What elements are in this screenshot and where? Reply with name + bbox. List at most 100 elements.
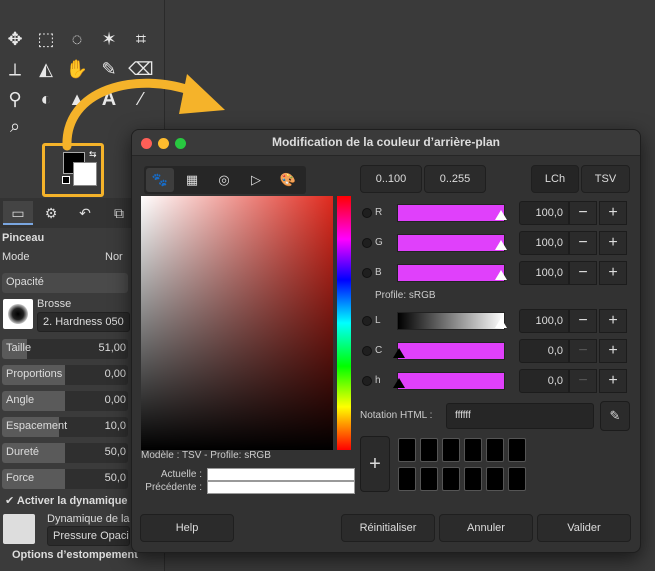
mode-select[interactable]: Nor xyxy=(105,247,130,267)
channel-slider-handle[interactable] xyxy=(495,210,507,220)
decrement-C-button[interactable]: − xyxy=(569,339,597,363)
channel-slider-R[interactable] xyxy=(397,204,507,222)
increment-R-button[interactable]: + xyxy=(599,201,627,225)
watercolor-selector-icon[interactable]: ◎ xyxy=(210,168,238,192)
tab-images[interactable]: ⧉ xyxy=(104,201,134,225)
increment-C-button[interactable]: + xyxy=(599,339,627,363)
wheel-selector-icon[interactable]: ▷ xyxy=(242,168,270,192)
history-swatch[interactable] xyxy=(420,467,438,491)
history-swatch[interactable] xyxy=(464,467,482,491)
rect-select-icon[interactable]: ⬚ xyxy=(33,26,59,52)
dynamics-preview[interactable] xyxy=(3,514,35,544)
dynamics-field[interactable]: Pressure Opaci xyxy=(47,526,130,546)
channel-slider-B[interactable] xyxy=(397,264,507,282)
channel-slider-handle[interactable] xyxy=(495,318,507,328)
hue-strip[interactable] xyxy=(337,196,351,450)
move-icon[interactable]: ✥ xyxy=(2,26,28,52)
history-swatch[interactable] xyxy=(442,467,460,491)
history-swatch[interactable] xyxy=(508,438,526,462)
channel-radio-C[interactable] xyxy=(362,346,372,356)
channel-value-C[interactable]: 0,0 xyxy=(519,339,569,363)
background-color-swatch[interactable] xyxy=(73,162,97,186)
paintbrush-icon[interactable]: ✎ xyxy=(96,56,122,82)
decrement-G-button[interactable]: − xyxy=(569,231,597,255)
html-notation-input[interactable]: ffffff xyxy=(446,403,594,429)
eraser-icon[interactable]: ⌫ xyxy=(128,56,154,82)
dodge-icon[interactable]: ◐ xyxy=(33,86,59,112)
decrement-L-button[interactable]: − xyxy=(569,309,597,333)
decrement-B-button[interactable]: − xyxy=(569,261,597,285)
brush-preview[interactable] xyxy=(3,299,33,329)
slider-force[interactable]: Force 50,0 xyxy=(2,469,128,489)
slider-taille[interactable]: Taille 51,00 xyxy=(2,339,128,359)
history-swatch[interactable] xyxy=(508,467,526,491)
channel-slider-h[interactable] xyxy=(393,372,505,390)
channel-value-h[interactable]: 0,0 xyxy=(519,369,569,393)
history-swatch[interactable] xyxy=(442,438,460,462)
channel-slider-G[interactable] xyxy=(397,234,507,252)
increment-B-button[interactable]: + xyxy=(599,261,627,285)
decrement-h-button[interactable]: − xyxy=(569,369,597,393)
opacity-slider[interactable]: Opacité xyxy=(2,273,128,293)
fuzzy-select-icon[interactable]: ✶ xyxy=(96,26,122,52)
dynamics-toggle[interactable]: ✔ Activer la dynamique xyxy=(5,494,128,507)
history-swatch[interactable] xyxy=(464,438,482,462)
text-icon[interactable]: A xyxy=(96,86,122,112)
gimp-selector-icon[interactable]: 🐾 xyxy=(146,168,174,192)
saturation-value-picker[interactable] xyxy=(141,196,333,450)
ink-icon[interactable]: ▲ xyxy=(64,86,90,112)
history-swatch[interactable] xyxy=(398,438,416,462)
brush-name-field[interactable]: 2. Hardness 050 xyxy=(37,312,130,332)
channel-value-L[interactable]: 100,0 xyxy=(519,309,569,333)
slider-angle[interactable]: Angle 0,00 xyxy=(2,391,128,411)
fg-bg-color-selector[interactable]: ⇆ xyxy=(42,143,104,197)
channel-slider-handle[interactable] xyxy=(495,240,507,250)
smudge-icon[interactable]: ✋ xyxy=(64,56,90,82)
hsv-button[interactable]: TSV xyxy=(581,165,630,193)
slider-proportions[interactable]: Proportions 0,00 xyxy=(2,365,128,385)
history-swatch[interactable] xyxy=(486,438,504,462)
color-picker-button[interactable]: ✎ xyxy=(600,401,630,431)
palette-selector-icon[interactable]: 🎨 xyxy=(274,168,302,192)
range-255-button[interactable]: 0..255 xyxy=(424,165,486,193)
add-to-history-button[interactable]: + xyxy=(360,436,390,492)
increment-h-button[interactable]: + xyxy=(599,369,627,393)
decrement-R-button[interactable]: − xyxy=(569,201,597,225)
channel-radio-B[interactable] xyxy=(362,268,372,278)
heal-icon[interactable]: ⚲ xyxy=(2,86,28,112)
transform-icon[interactable]: ⟂ xyxy=(2,56,28,82)
lch-button[interactable]: LCh xyxy=(531,165,579,193)
history-swatch[interactable] xyxy=(486,467,504,491)
channel-radio-h[interactable] xyxy=(362,376,372,386)
reset-button[interactable]: Réinitialiser xyxy=(341,514,435,542)
channel-radio-G[interactable] xyxy=(362,238,372,248)
range-100-button[interactable]: 0..100 xyxy=(360,165,422,193)
ok-button[interactable]: Valider xyxy=(537,514,631,542)
cancel-button[interactable]: Annuler xyxy=(439,514,533,542)
increment-L-button[interactable]: + xyxy=(599,309,627,333)
channel-value-G[interactable]: 100,0 xyxy=(519,231,569,255)
crop-icon[interactable]: ⌗ xyxy=(128,26,154,52)
history-swatch[interactable] xyxy=(420,438,438,462)
channel-slider-C[interactable] xyxy=(393,342,505,360)
history-swatch[interactable] xyxy=(398,467,416,491)
channel-radio-L[interactable] xyxy=(362,316,372,326)
channel-slider-L[interactable] xyxy=(397,312,507,330)
channel-value-R[interactable]: 100,0 xyxy=(519,201,569,225)
cmyk-selector-icon[interactable]: ▦ xyxy=(178,168,206,192)
increment-G-button[interactable]: + xyxy=(599,231,627,255)
slider-dureté[interactable]: Dureté 50,0 xyxy=(2,443,128,463)
zoom-icon[interactable]: ⌕ xyxy=(2,113,28,139)
channel-slider-handle[interactable] xyxy=(495,270,507,280)
swap-colors-icon[interactable]: ⇆ xyxy=(89,149,97,160)
default-colors-icon[interactable] xyxy=(62,176,70,184)
slider-espacement[interactable]: Espacement 10,0 xyxy=(2,417,128,437)
color-picker-icon[interactable]: ⁄ xyxy=(128,86,154,112)
tab-tool-options[interactable]: ▭ xyxy=(3,201,33,225)
lasso-icon[interactable]: ◌ xyxy=(64,26,90,52)
channel-slider-handle[interactable] xyxy=(393,378,405,388)
channel-radio-R[interactable] xyxy=(362,208,372,218)
help-button[interactable]: Help xyxy=(140,514,234,542)
previous-color-swatch[interactable] xyxy=(207,481,355,494)
tab-undo-history[interactable]: ↶ xyxy=(70,201,100,225)
